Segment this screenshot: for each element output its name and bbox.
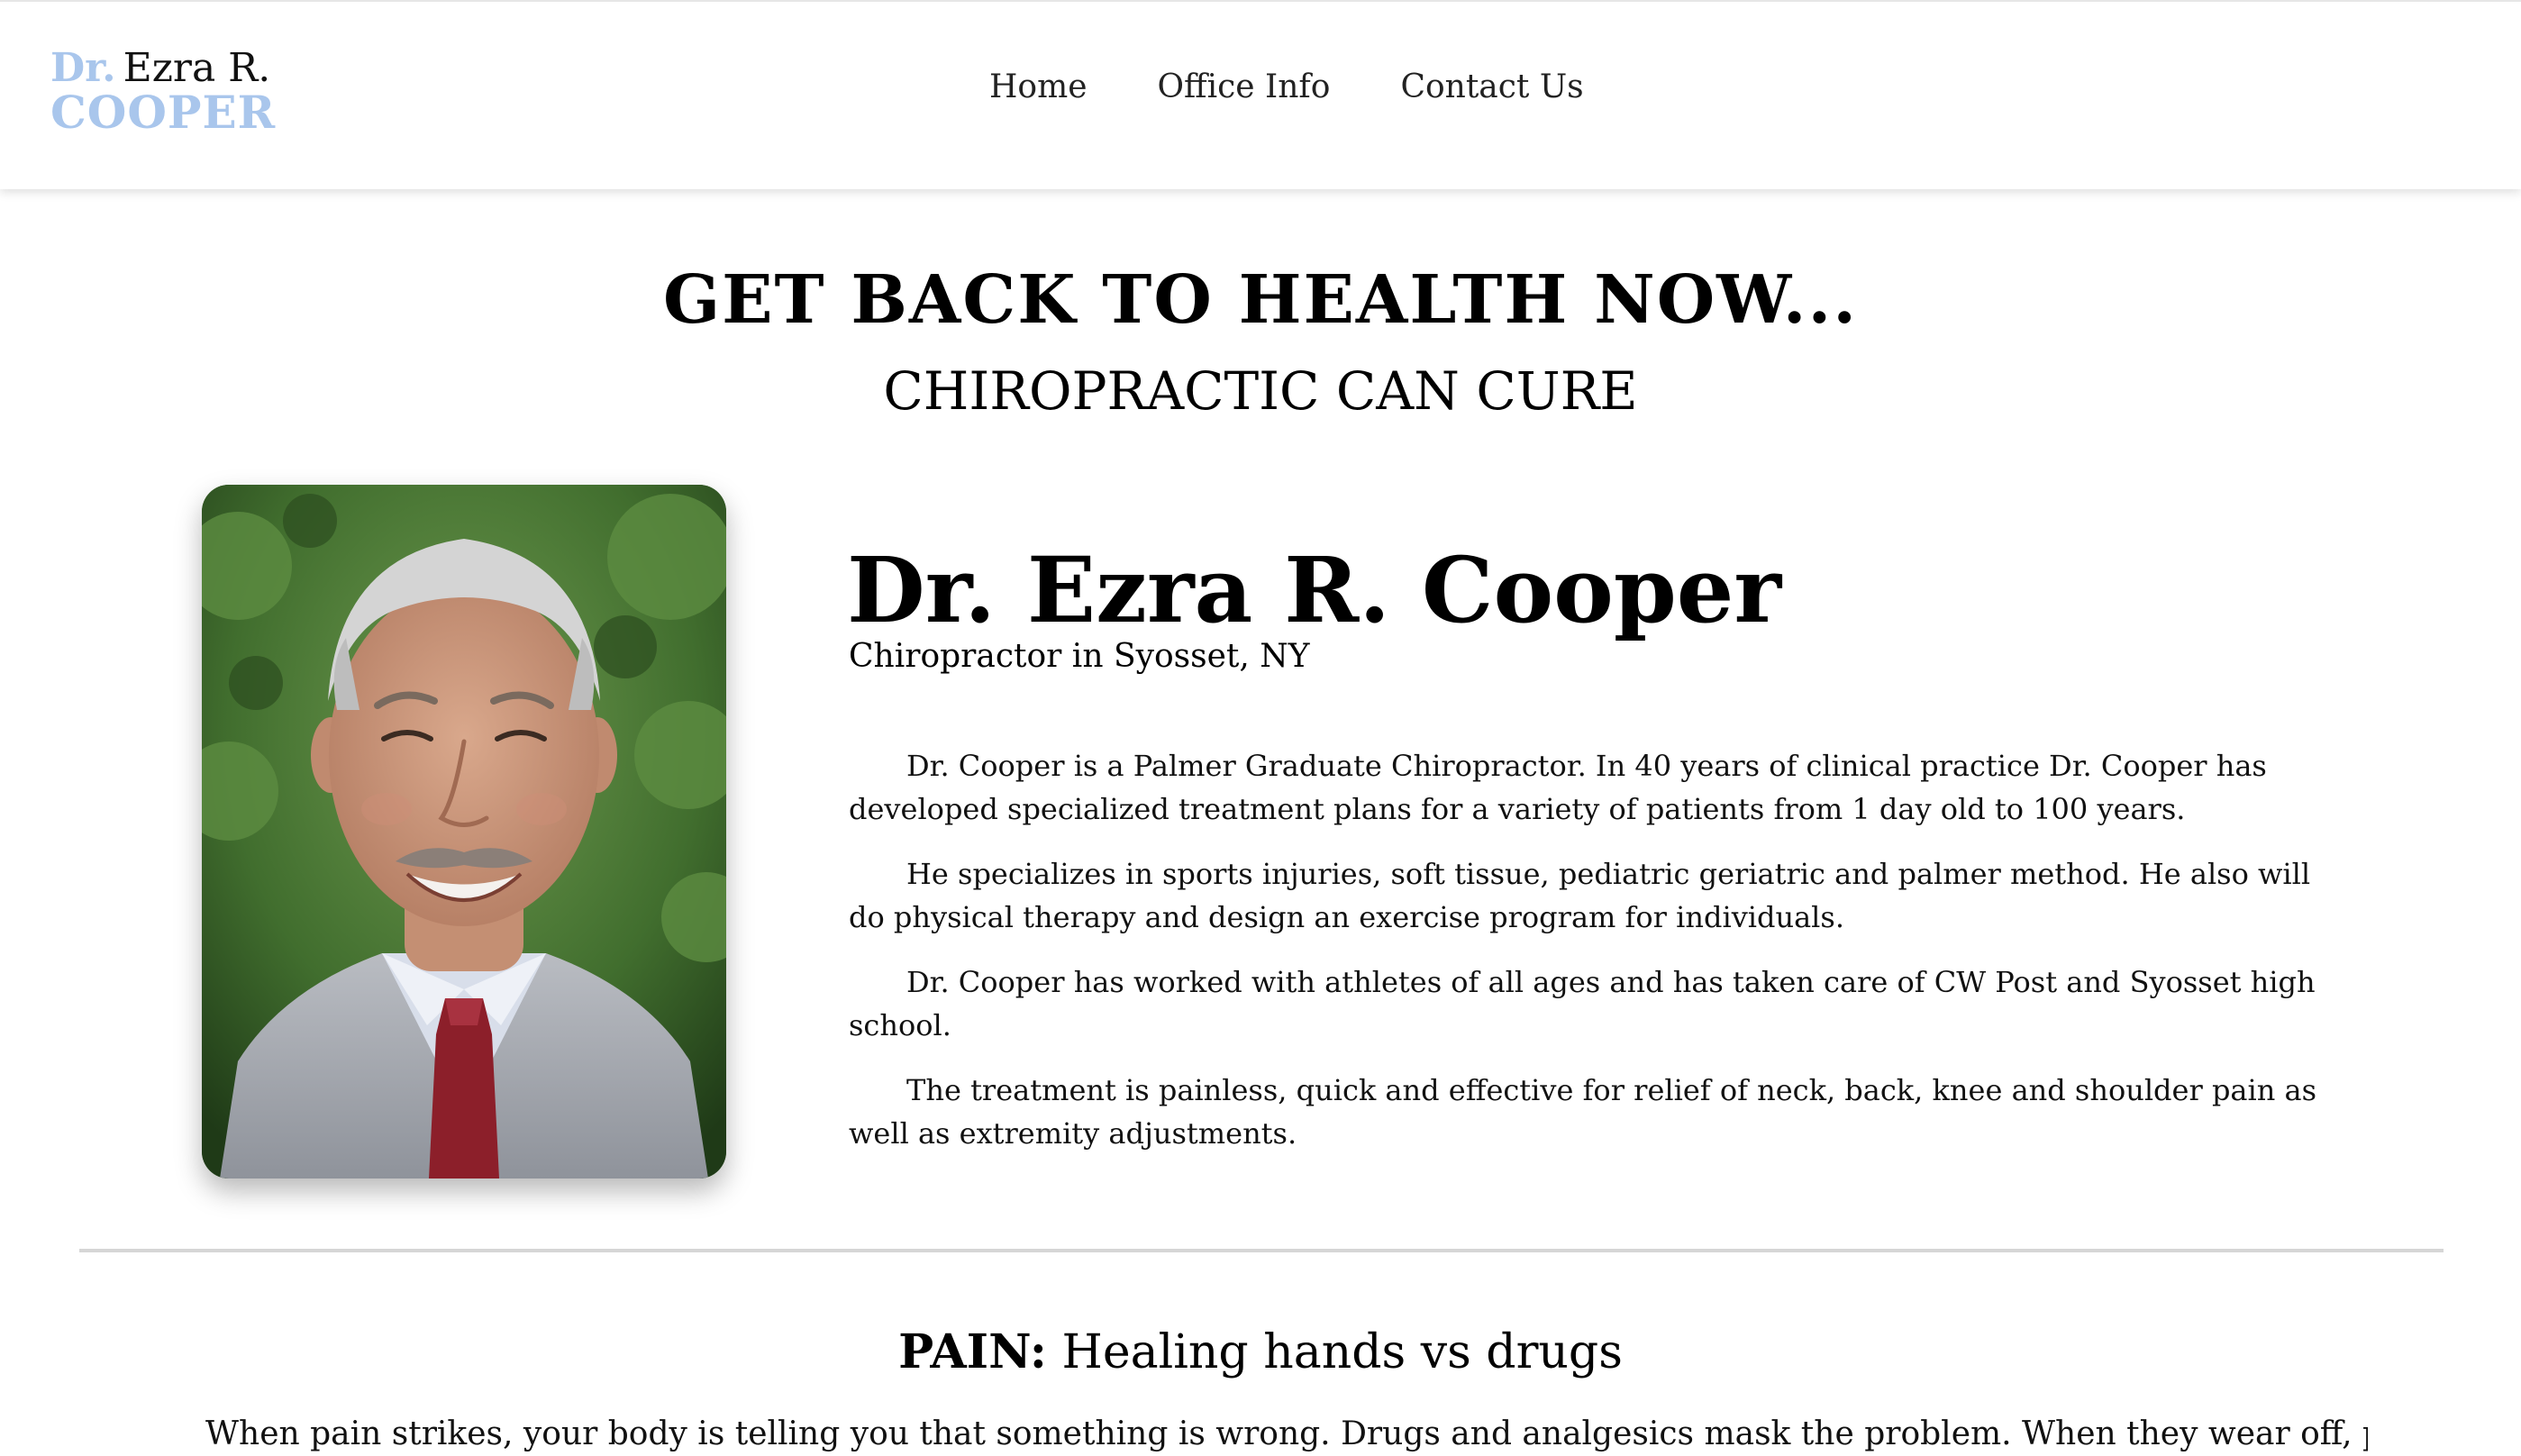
- pain-heading: PAIN: Healing hands vs drugs: [0, 1324, 2521, 1379]
- bio-paragraph: He specializes in sports injuries, soft …: [849, 857, 2311, 934]
- site-header: Dr. Ezra R. COOPER Home Office Info Conta…: [0, 0, 2521, 189]
- bio-paragraph: Dr. Cooper has worked with athletes of a…: [849, 965, 2316, 1042]
- nav-office-info-link[interactable]: Office Info: [1158, 68, 1331, 105]
- pain-paragraph: When pain strikes, your body is telling …: [205, 1415, 2368, 1452]
- hero-subtitle: CHIROPRACTIC CAN CURE: [883, 360, 1638, 422]
- hero-title: GET BACK TO HEALTH NOW...: [662, 261, 1859, 339]
- doctor-name-heading: Dr. Ezra R. Cooper: [847, 537, 1782, 643]
- pain-heading-rest: Healing hands vs drugs: [1046, 1325, 1623, 1379]
- bio-paragraph: The treatment is painless, quick and eff…: [849, 1073, 2317, 1151]
- logo-line-1: Dr. Ezra R.: [50, 49, 276, 88]
- logo-surname: COOPER: [50, 86, 277, 139]
- doctor-title: Chiropractor in Syosset, NY: [849, 638, 1310, 675]
- section-divider: [79, 1249, 2444, 1252]
- logo-name: Ezra R.: [123, 45, 271, 91]
- main-nav: Home Office Info Contact Us: [989, 68, 1654, 105]
- nav-contact-us-link[interactable]: Contact Us: [1400, 68, 1583, 105]
- nav-home-link[interactable]: Home: [989, 68, 1088, 105]
- pain-heading-strong: PAIN:: [898, 1324, 1047, 1379]
- doctor-portrait-photo: [202, 485, 726, 1178]
- site-logo[interactable]: Dr. Ezra R. COOPER: [50, 49, 276, 135]
- bio-paragraph: Dr. Cooper is a Palmer Graduate Chiropra…: [849, 749, 2267, 826]
- bio-paragraphs: Dr. Cooper is a Palmer Graduate Chiropra…: [849, 744, 2344, 1177]
- logo-dr: Dr.: [50, 45, 116, 91]
